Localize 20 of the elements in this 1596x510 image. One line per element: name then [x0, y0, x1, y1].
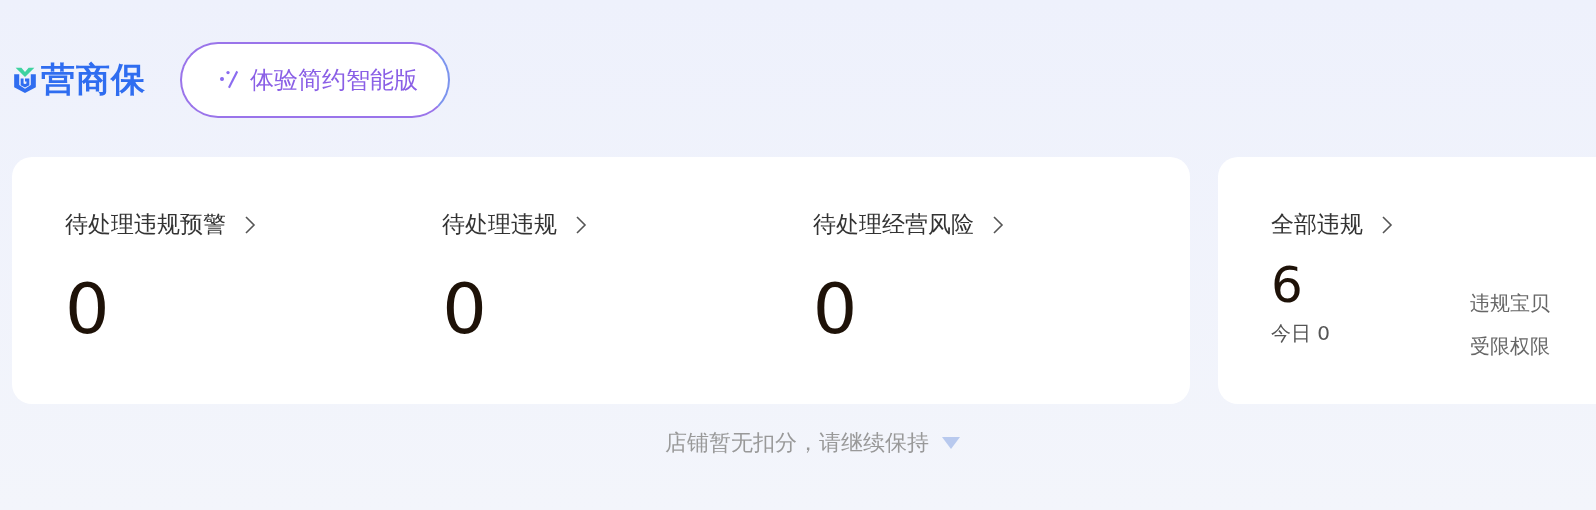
- no-deduction-message: 店铺暂无扣分，请继续保持: [665, 429, 929, 457]
- simple-mode-button[interactable]: 体验简约智能版: [180, 42, 450, 118]
- stat-link[interactable]: 待处理经营风险: [812, 209, 1004, 240]
- violation-count: 6: [1271, 260, 1304, 310]
- brand-name: 营商保: [41, 58, 146, 101]
- stat-value: 0: [65, 274, 111, 344]
- side-link[interactable]: 违规宝贝: [1470, 290, 1551, 317]
- chevron-right-icon: [575, 214, 588, 235]
- chevron-right-icon: [244, 214, 256, 235]
- stat-link[interactable]: 待处理违规: [442, 209, 588, 240]
- today-count: 今日 0: [1271, 320, 1331, 347]
- shield-logo-icon: [12, 65, 38, 95]
- chevron-right-icon: [1381, 214, 1393, 235]
- chevron-right-icon: [991, 214, 1004, 235]
- side-link[interactable]: 受限权限: [1470, 333, 1551, 360]
- stat-value: 0: [442, 274, 488, 344]
- stat-value: 0: [812, 274, 859, 344]
- all-violations-link[interactable]: 全部违规: [1271, 209, 1393, 240]
- dropdown-triangle-icon[interactable]: [941, 436, 961, 450]
- stat-link[interactable]: 待处理违规预警: [65, 209, 256, 240]
